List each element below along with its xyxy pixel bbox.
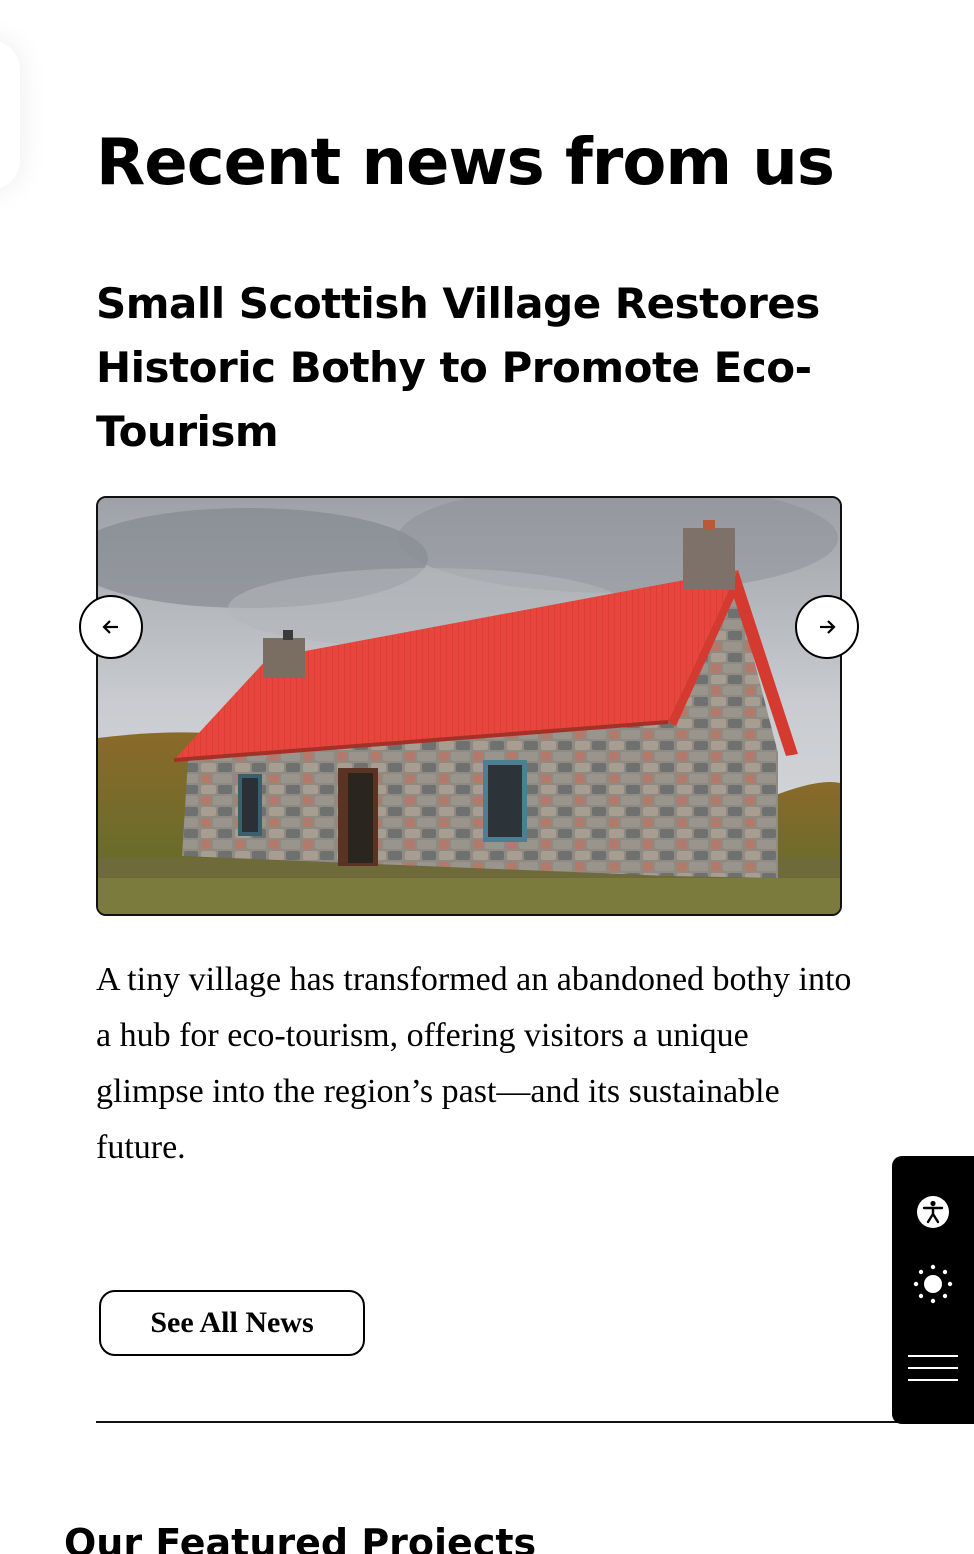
brightness-button[interactable] [892,1254,974,1314]
side-drawer-edge [0,40,20,190]
bothy-photo [98,498,840,914]
accessibility-icon [917,1196,949,1228]
accessibility-button[interactable] [892,1182,974,1242]
accessibility-toolbar [892,1156,974,1424]
carousel-next-button[interactable] [795,595,859,659]
section-title: Recent news from us [96,126,835,200]
arrow-right-icon [820,620,836,634]
article-title[interactable]: Small Scottish Village Restores Historic… [96,272,856,464]
featured-projects-title: Our Featured Projects [64,1521,537,1554]
article-summary: A tiny village has transformed an abando… [96,961,852,1166]
menu-button[interactable] [892,1338,974,1398]
news-slide-image[interactable] [96,496,842,916]
section-divider [96,1421,974,1423]
menu-icon [908,1355,958,1381]
see-all-news-button[interactable]: See All News [99,1290,365,1356]
carousel-prev-button[interactable] [79,595,143,659]
arrow-left-icon [102,620,118,634]
brightness-icon [913,1264,953,1304]
